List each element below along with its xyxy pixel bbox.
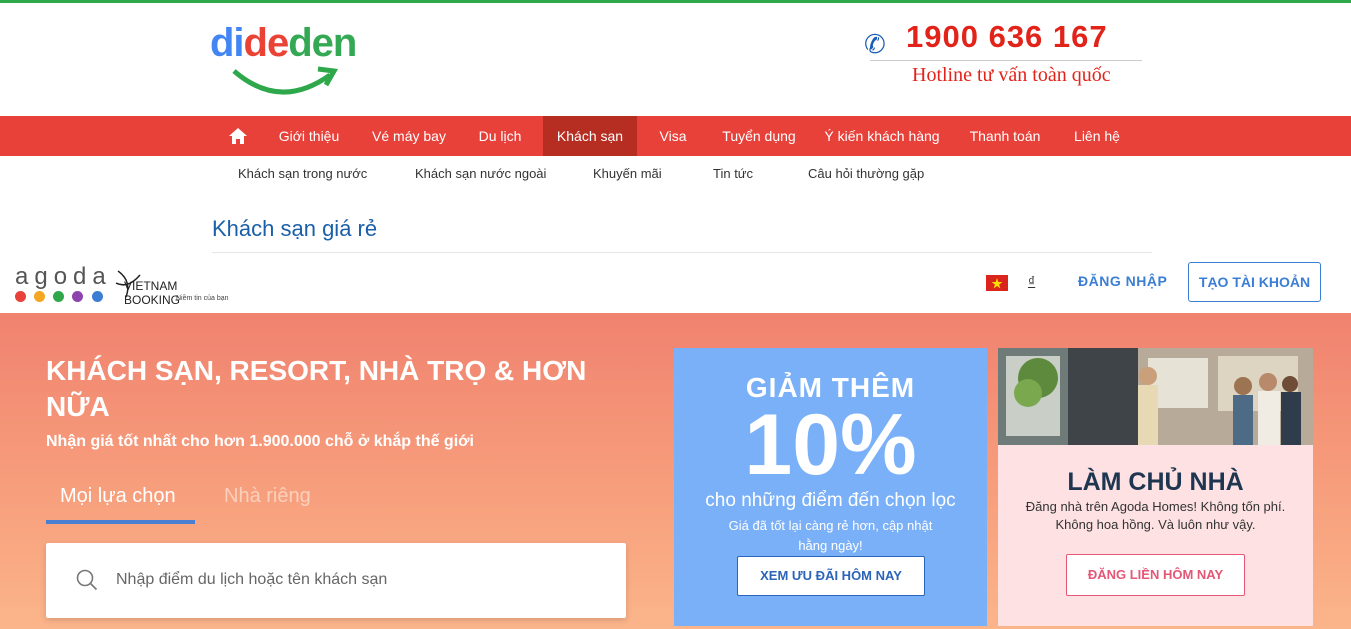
host-heading: LÀM CHỦ NHÀ (1067, 468, 1244, 496)
hotline-label: Hotline tư vấn toàn quốc (912, 64, 1111, 86)
logo-part-di: di (210, 21, 245, 65)
logo-arrow-icon (232, 66, 339, 95)
vietnam-booking-tagline: Niềm tin của bạn (176, 295, 229, 302)
agoda-logo[interactable]: agoda (15, 263, 112, 291)
nav-item-visa[interactable]: Visa (648, 116, 698, 156)
nav-item-du-lich[interactable]: Du lịch (466, 116, 534, 156)
host-promo-card[interactable]: LÀM CHỦ NHÀ Đăng nhà trên Agoda Homes! K… (998, 348, 1313, 626)
nav-item-gioi-thieu[interactable]: Giới thiệu (268, 116, 350, 156)
search-placeholder: Nhập điểm du lịch hoặc tên khách sạn (116, 571, 388, 588)
site-header: dideden ✆ 1900 636 167 Hotline tư vấn to… (0, 3, 1351, 116)
nav-item-ve-may-bay[interactable]: Vé máy bay (364, 116, 454, 156)
tab-private-homes[interactable]: Nhà riêng (224, 485, 311, 508)
vietnam-booking-title: VIETNAM BOOKING (124, 279, 181, 307)
logo-part-de: de (243, 21, 290, 65)
currency-selector[interactable]: ₫ (1028, 273, 1035, 289)
agoda-header-bar: agoda VIETNAM BOOKING Niềm tin của bạn ₫… (0, 253, 1351, 313)
destination-search-input[interactable]: Nhập điểm du lịch hoặc tên khách sạn (46, 543, 626, 618)
discount-promo-card[interactable]: GIẢM THÊM 10% cho những điểm đến chọn lọ… (674, 348, 987, 626)
register-now-button[interactable]: ĐĂNG LIỀN HÔM NAY (1066, 554, 1245, 596)
active-tab-underline (46, 520, 195, 524)
host-promo-photo (998, 348, 1313, 445)
search-icon (76, 569, 98, 591)
agoda-dot-orange (34, 291, 45, 302)
nav-item-lien-he[interactable]: Liên hệ (1066, 116, 1128, 156)
logo-part-den: den (288, 21, 357, 65)
agoda-dot-green (53, 291, 64, 302)
logo-text: dideden (210, 21, 357, 66)
host-description: Đăng nhà trên Agoda Homes! Không tốn phí… (1025, 499, 1286, 532)
site-logo[interactable]: dideden (210, 21, 370, 101)
subnav-item-international[interactable]: Khách sạn nước ngoài (415, 166, 546, 181)
discount-description: Giá đã tốt lại càng rẻ hơn, cập nhật hằn… (728, 518, 933, 553)
create-account-button[interactable]: TẠO TÀI KHOẢN (1188, 262, 1321, 302)
subnav-item-domestic[interactable]: Khách sạn trong nước (238, 166, 367, 181)
agoda-dot-red (15, 291, 26, 302)
discount-subtitle: cho những điểm đến chọn lọc (705, 490, 956, 511)
nav-item-tuyen-dung[interactable]: Tuyển dụng (714, 116, 804, 156)
agoda-dot-blue (92, 291, 103, 302)
subnav-item-faq[interactable]: Câu hỏi thường gặp (808, 166, 924, 181)
login-button[interactable]: ĐĂNG NHẬP (1078, 273, 1167, 289)
vietnam-booking-logo[interactable]: VIETNAM BOOKING Niềm tin của bạn (114, 265, 234, 307)
hotline-number[interactable]: 1900 636 167 (906, 19, 1108, 55)
hero-subtitle: Nhận giá tốt nhất cho hơn 1.900.000 chỗ … (46, 433, 474, 450)
discount-percent: 10% (744, 397, 917, 493)
subnav-item-news[interactable]: Tin tức (713, 166, 753, 181)
main-nav: Giới thiệu Vé máy bay Du lịch Khách sạn … (0, 116, 1351, 156)
subnav-item-promotions[interactable]: Khuyến mãi (593, 166, 662, 181)
home-icon[interactable] (228, 126, 248, 146)
nav-item-thanh-toan[interactable]: Thanh toán (962, 116, 1048, 156)
page-title: Khách sạn giá rẻ (212, 216, 378, 241)
tab-all-options[interactable]: Mọi lựa chọn (60, 485, 176, 508)
hotline-divider (870, 60, 1142, 61)
nav-item-y-kien[interactable]: Ý kiến khách hàng (820, 116, 944, 156)
hero-title: KHÁCH SẠN, RESORT, NHÀ TRỌ & HƠN NỮA (46, 355, 587, 422)
hero-section: KHÁCH SẠN, RESORT, NHÀ TRỌ & HƠN NỮA Nhậ… (0, 313, 1351, 629)
vietnam-flag-icon[interactable] (986, 275, 1008, 291)
nav-item-khach-san[interactable]: Khách sạn (543, 116, 637, 156)
phone-icon: ✆ (864, 29, 886, 59)
agoda-dot-purple (72, 291, 83, 302)
view-deals-button[interactable]: XEM ƯU ĐÃI HÔM NAY (737, 556, 925, 596)
